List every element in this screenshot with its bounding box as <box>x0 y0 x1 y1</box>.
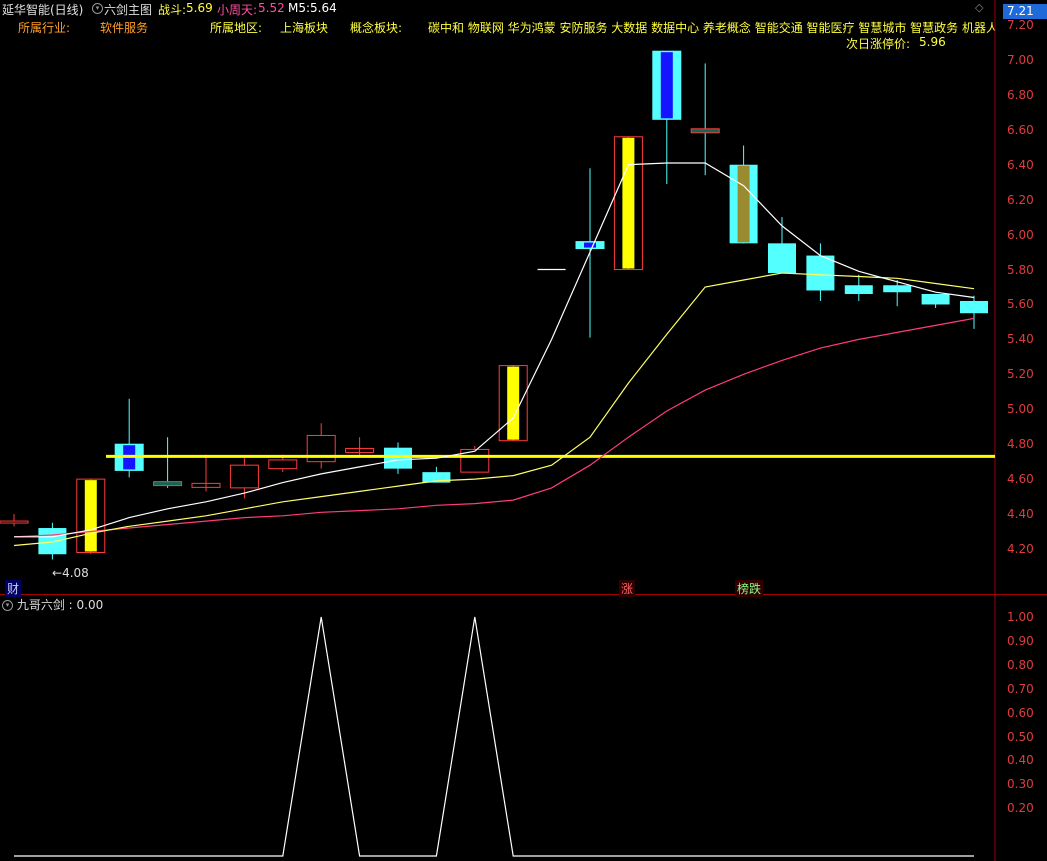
candle-body <box>921 293 950 305</box>
low-price-label: 4.08 <box>62 566 89 580</box>
price-tick-5.00: 5.00 <box>1007 402 1034 417</box>
candle-body <box>0 520 29 524</box>
candle-body <box>768 243 796 274</box>
price-tick-5.80: 5.80 <box>1007 262 1034 277</box>
sub-tick-0.60: 0.60 <box>1007 705 1034 720</box>
price-tick-6.80: 6.80 <box>1007 87 1034 102</box>
candle-signal-bar <box>622 137 635 269</box>
price-tick-5.20: 5.20 <box>1007 367 1034 382</box>
candle-signal-bar <box>84 480 97 552</box>
candlestick-chart[interactable] <box>0 0 1047 861</box>
price-tick-5.60: 5.60 <box>1007 297 1034 312</box>
candle-body <box>268 459 298 470</box>
price-tick-5.40: 5.40 <box>1007 332 1034 347</box>
sub-axis: 1.00 0.90 0.80 0.70 0.60 0.50 0.40 0.30 0.20 <box>995 596 1047 861</box>
sub-tick-0.80: 0.80 <box>1007 657 1034 672</box>
sub-tick-0.30: 0.30 <box>1007 777 1034 792</box>
candle-body <box>806 255 835 291</box>
candle-body <box>229 464 259 489</box>
finance-tag[interactable]: 财 <box>5 580 22 597</box>
price-axis: 7.20 7.00 6.80 6.60 6.40 6.20 6.00 5.80 5.60 5.40… <box>995 0 1047 594</box>
price-tick-7.00: 7.00 <box>1007 52 1034 67</box>
price-tick-6.00: 6.00 <box>1007 227 1034 242</box>
candle-signal-bar <box>507 366 520 440</box>
ranking-tag[interactable]: 榜跌 <box>735 580 764 597</box>
price-tick-6.60: 6.60 <box>1007 122 1034 137</box>
price-tick-7.20: 7.20 <box>1007 18 1034 32</box>
price-tick-6.40: 6.40 <box>1007 157 1034 172</box>
sub-panel-header: ▾ 九哥六剑 : 0.00 <box>2 596 103 613</box>
sub-tick-0.20: 0.20 <box>1007 801 1034 816</box>
candle-signal-bar <box>737 165 750 243</box>
collapse-icon[interactable]: ▾ <box>2 600 13 611</box>
candle-body <box>690 128 720 134</box>
candle-body <box>38 528 67 555</box>
sub-indicator-line <box>14 616 974 857</box>
candle-body <box>844 285 873 294</box>
candle-body <box>384 447 412 469</box>
limit-up-tag[interactable]: 涨 <box>619 580 636 597</box>
ma-pink-line <box>13 317 975 538</box>
sub-tick-1.00: 1.00 <box>1007 610 1034 624</box>
ma-yellow-line <box>13 272 975 547</box>
price-tick-4.80: 4.80 <box>1007 437 1034 452</box>
price-tick-4.40: 4.40 <box>1007 507 1034 522</box>
price-tick-4.60: 4.60 <box>1007 472 1034 487</box>
sub-indicator-name[interactable]: 九哥六剑 <box>17 598 65 612</box>
sub-tick-0.70: 0.70 <box>1007 681 1034 696</box>
sub-tick-0.90: 0.90 <box>1007 633 1034 648</box>
sub-tick-0.40: 0.40 <box>1007 753 1034 768</box>
ma-white-line <box>14 162 975 538</box>
sub-tick-0.50: 0.50 <box>1007 729 1034 744</box>
candle-signal-bar <box>660 52 673 119</box>
price-tick-6.20: 6.20 <box>1007 192 1034 207</box>
sub-indicator-value: 0.00 <box>76 598 104 612</box>
candle-body <box>883 285 912 293</box>
candle-body <box>153 481 183 487</box>
price-tick-4.20: 4.20 <box>1007 542 1034 556</box>
low-price-marker: ←4.08 <box>52 566 89 580</box>
candle-body <box>960 300 988 314</box>
